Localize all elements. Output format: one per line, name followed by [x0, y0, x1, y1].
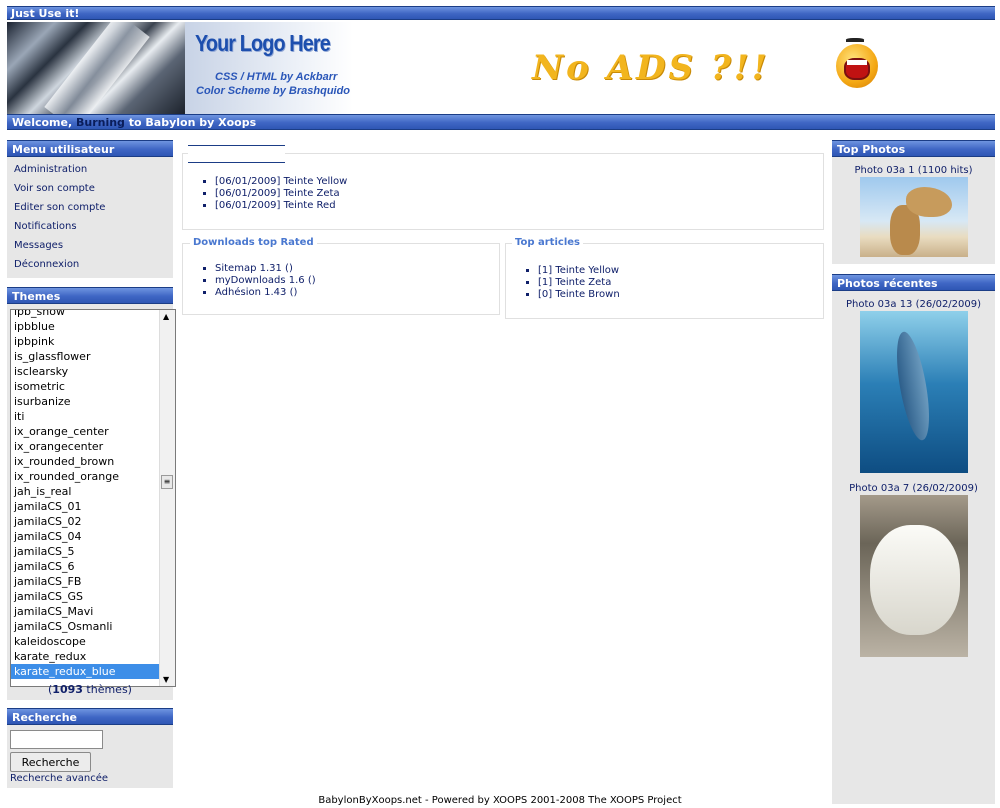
list-item[interactable]: Adhésion 1.43 (): [215, 287, 316, 299]
no-ads-text: No ADS ?!!: [532, 48, 770, 88]
header-banner: Your Logo Here CSS / HTML by Ackbarr Col…: [7, 22, 995, 114]
user-menu-title: Menu utilisateur: [7, 140, 173, 157]
dolphin-photo[interactable]: [859, 311, 968, 473]
top-photos-title: Top Photos: [832, 140, 995, 157]
theme-option[interactable]: jamilaCS_GS: [11, 589, 159, 604]
scroll-thumb[interactable]: ≡: [161, 475, 173, 489]
theme-option[interactable]: is_glassflower: [11, 349, 159, 364]
theme-list-scrollbar[interactable]: ▲ ≡ ▼: [159, 310, 175, 686]
downloads-top-rated-box: Downloads top Rated Sitemap 1.31 () myDo…: [182, 237, 500, 315]
top-photos-block: Top Photos Photo 03a 1 (1100 hits): [832, 140, 995, 264]
theme-option[interactable]: ipbblue: [11, 319, 159, 334]
list-item[interactable]: [1] Teinte Zeta: [538, 277, 620, 289]
logo-credit-css: CSS / HTML by Ackbarr: [215, 71, 338, 83]
theme-option[interactable]: jamilaCS_5: [11, 544, 159, 559]
search-block: Recherche Recherche Recherche avancée: [7, 708, 173, 788]
polar-bear-photo[interactable]: [859, 495, 968, 657]
theme-option[interactable]: kaleidoscope: [11, 634, 159, 649]
top-articles-title: Top articles: [512, 237, 583, 248]
welcome-suffix: to Babylon by Xoops: [124, 116, 257, 129]
theme-option[interactable]: jamilaCS_Osmanli: [11, 619, 159, 634]
welcome-username[interactable]: Burning: [76, 116, 125, 129]
downloads-list: Sitemap 1.31 () myDownloads 1.6 () Adhés…: [199, 263, 316, 299]
camel-photo[interactable]: [859, 177, 968, 257]
search-input[interactable]: [10, 730, 103, 749]
theme-option[interactable]: ix_orange_center: [11, 424, 159, 439]
logo-credit-color: Color Scheme by Brashquido: [196, 85, 351, 97]
theme-select-list[interactable]: ipb_snow ipbblue ipbpink is_glassflower iscl…: [10, 309, 176, 687]
theme-option[interactable]: isometric: [11, 379, 159, 394]
menu-item-view-account[interactable]: Voir son compte: [7, 179, 173, 198]
recent-photos-block: Photos récentes Photo 03a 13 (26/02/2009…: [832, 274, 995, 804]
themes-title: Themes: [7, 287, 173, 304]
user-menu-block: Menu utilisateur Administration Voir son…: [7, 140, 173, 278]
theme-option[interactable]: jamilaCS_Mavi: [11, 604, 159, 619]
top-articles-list: [1] Teinte Yellow [1] Teinte Zeta [0] Te…: [522, 265, 620, 301]
theme-options: ipb_snow ipbblue ipbpink is_glassflower iscl…: [11, 310, 159, 679]
list-item[interactable]: [1] Teinte Yellow: [538, 265, 620, 277]
recent-articles-list: [06/01/2009] Teinte Yellow [06/01/2009] …: [199, 176, 347, 212]
logo-text: Your Logo Here: [195, 30, 331, 56]
recent-articles-box: Articles récents [06/01/2009] Teinte Yel…: [182, 145, 824, 230]
advanced-search-link[interactable]: Recherche avancée: [10, 773, 108, 784]
theme-option[interactable]: jamilaCS_02: [11, 514, 159, 529]
theme-option[interactable]: ipbpink: [11, 334, 159, 349]
list-item[interactable]: [0] Teinte Brown: [538, 289, 620, 301]
theme-option[interactable]: jamilaCS_04: [11, 529, 159, 544]
welcome-prefix: Welcome,: [12, 116, 76, 129]
theme-option[interactable]: ix_rounded_brown: [11, 454, 159, 469]
theme-option[interactable]: ix_orangecenter: [11, 439, 159, 454]
recent-photo-2-caption[interactable]: Photo 03a 7 (26/02/2009): [832, 483, 995, 494]
site-title-bar: Just Use it!: [7, 6, 995, 20]
recent-photo-1-caption[interactable]: Photo 03a 13 (26/02/2009): [832, 299, 995, 310]
theme-option[interactable]: karate_redux: [11, 649, 159, 664]
list-item[interactable]: Sitemap 1.31 (): [215, 263, 316, 275]
screaming-smiley-icon: [836, 38, 878, 88]
menu-item-messages[interactable]: Messages: [7, 236, 173, 255]
menu-item-notifications[interactable]: Notifications: [7, 217, 173, 236]
theme-option[interactable]: iti: [11, 409, 159, 424]
list-item[interactable]: [06/01/2009] Teinte Yellow: [215, 176, 347, 188]
theme-option[interactable]: jamilaCS_6: [11, 559, 159, 574]
downloads-top-rated-title: Downloads top Rated: [190, 237, 317, 248]
theme-option[interactable]: ipb_snow: [11, 310, 159, 319]
header-steel-image: [7, 22, 185, 114]
theme-option[interactable]: jamilaCS_01: [11, 499, 159, 514]
recent-articles-title: Articles récents: [188, 145, 285, 163]
top-articles-box: Top articles [1] Teinte Yellow [1] Teint…: [505, 237, 824, 319]
theme-option[interactable]: isclearsky: [11, 364, 159, 379]
top-photo-caption[interactable]: Photo 03a 1 (1100 hits): [832, 165, 995, 176]
list-item[interactable]: [06/01/2009] Teinte Zeta: [215, 188, 347, 200]
recent-photos-title: Photos récentes: [832, 274, 995, 291]
theme-count-number: 1093: [52, 683, 83, 696]
theme-option[interactable]: jah_is_real: [11, 484, 159, 499]
theme-option[interactable]: ix_rounded_orange: [11, 469, 159, 484]
menu-item-logout[interactable]: Déconnexion: [7, 255, 173, 274]
scroll-up-arrow-icon[interactable]: ▲: [163, 312, 169, 321]
search-title: Recherche: [7, 708, 173, 725]
theme-count: (1093 thèmes): [48, 683, 132, 696]
theme-option[interactable]: isurbanize: [11, 394, 159, 409]
menu-item-administration[interactable]: Administration: [7, 160, 173, 179]
theme-option[interactable]: jamilaCS_FB: [11, 574, 159, 589]
themes-block: Themes ipb_snow ipbblue ipbpink is_glassflo…: [7, 287, 176, 700]
welcome-bar: Welcome, Burning to Babylon by Xoops: [7, 114, 995, 130]
footer: BabylonByXoops.net - Powered by XOOPS 20…: [318, 795, 682, 806]
search-button[interactable]: Recherche: [10, 752, 91, 772]
menu-item-edit-account[interactable]: Editer son compte: [7, 198, 173, 217]
list-item[interactable]: [06/01/2009] Teinte Red: [215, 200, 347, 212]
list-item[interactable]: myDownloads 1.6 (): [215, 275, 316, 287]
theme-option[interactable]: karate_redux_blue: [11, 664, 159, 679]
logo[interactable]: Your Logo Here CSS / HTML by Ackbarr Col…: [185, 22, 353, 114]
